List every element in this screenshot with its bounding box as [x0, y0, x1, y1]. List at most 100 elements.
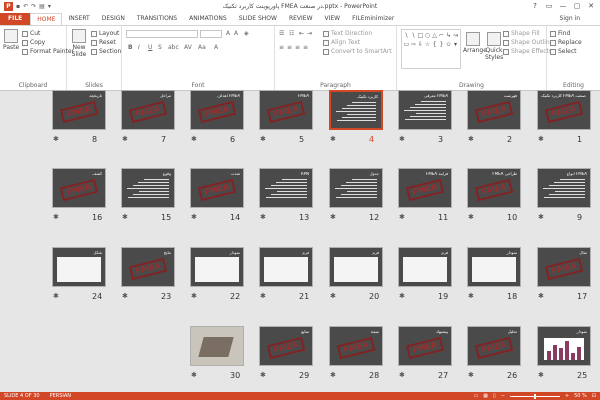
zoom-slider[interactable] [509, 393, 560, 399]
slide-thumbnail[interactable] [190, 326, 244, 366]
text-direction-button[interactable]: Text Direction [323, 29, 392, 38]
tab-slide-show[interactable]: SLIDE SHOW [233, 13, 283, 25]
slide-thumbnail[interactable]: فرم [329, 247, 383, 287]
align-right-icon[interactable]: ≡ [295, 44, 300, 51]
tab-transitions[interactable]: TRANSITIONS [131, 13, 183, 25]
shape-line3-icon[interactable]: ⌐ [438, 31, 445, 40]
slide-thumbnail[interactable]: کاربرد تکنیک FMEA در صنعت FMEA [537, 90, 591, 130]
shape-triangle-icon[interactable]: △ [431, 31, 438, 40]
find-button[interactable]: Find [550, 29, 582, 38]
change-case-icon[interactable]: Aa [198, 44, 206, 51]
shape-fill-button[interactable]: Shape Fill [503, 29, 553, 38]
shape-elbow-icon[interactable]: ↳ [445, 31, 452, 40]
transition-star-icon[interactable]: ✱ [538, 135, 544, 143]
transition-star-icon[interactable]: ✱ [53, 292, 59, 300]
slide-thumbnail[interactable]: انواع FMEA [537, 168, 591, 208]
zoom-in-icon[interactable]: + [565, 393, 569, 399]
transition-star-icon[interactable]: ✱ [330, 292, 336, 300]
transition-star-icon[interactable]: ✱ [191, 213, 197, 221]
transition-star-icon[interactable]: ✱ [260, 292, 266, 300]
shape-line2-icon[interactable]: \ [410, 31, 417, 40]
shape-outline-button[interactable]: Shape Outline [503, 38, 553, 47]
underline-icon[interactable]: U [148, 44, 152, 51]
transition-star-icon[interactable]: ✱ [399, 135, 405, 143]
tab-home[interactable]: HOME [30, 13, 63, 25]
customize-qat-icon[interactable]: ▾ [48, 3, 51, 10]
transition-star-icon[interactable]: ✱ [330, 213, 336, 221]
replace-button[interactable]: Replace [550, 38, 582, 47]
tab-view[interactable]: VIEW [319, 13, 347, 25]
slide-thumbnail[interactable]: نمودار [537, 326, 591, 366]
transition-star-icon[interactable]: ✱ [122, 213, 128, 221]
align-text-button[interactable]: Align Text [323, 38, 392, 47]
shape-brace-icon[interactable]: { [431, 40, 438, 49]
quick-styles-button[interactable]: Quick Styles [485, 32, 503, 61]
transition-star-icon[interactable]: ✱ [53, 135, 59, 143]
transition-star-icon[interactable]: ✱ [399, 292, 405, 300]
shape-effects-button[interactable]: Shape Effects [503, 47, 553, 56]
zoom-out-icon[interactable]: − [501, 393, 505, 399]
undo-icon[interactable]: ↶ [23, 3, 28, 10]
slide-sorter-icon[interactable]: ▦ [483, 393, 488, 399]
shapes-gallery[interactable]: \ \ □ ○ △ ⌐ ↳ ↝ ▭ ⇨ ⇩ ☆ { } ✩ ▾ [401, 29, 461, 69]
shape-more-icon[interactable]: ▾ [452, 40, 459, 49]
powerpoint-app-icon[interactable]: P [4, 2, 13, 11]
shape-line-icon[interactable]: \ [403, 31, 410, 40]
shape-star2-icon[interactable]: ✩ [445, 40, 452, 49]
save-icon[interactable]: ▪ [16, 3, 20, 10]
section-button[interactable]: Section [91, 47, 121, 56]
transition-star-icon[interactable]: ✱ [468, 213, 474, 221]
transition-star-icon[interactable]: ✱ [260, 371, 266, 379]
slide-thumbnail[interactable]: RPN [259, 168, 313, 208]
grow-font-icon[interactable]: A [226, 30, 230, 37]
shape-rounded-rect-icon[interactable]: ▭ [403, 40, 410, 49]
tab-design[interactable]: DESIGN [96, 13, 131, 25]
layout-button[interactable]: Layout [91, 29, 121, 38]
close-button[interactable]: ✕ [584, 0, 598, 12]
shadow-icon[interactable]: S [158, 44, 162, 51]
slide-thumbnail[interactable]: پیشنهاد FMEA [398, 326, 452, 366]
slide-thumbnail[interactable]: نتیجه FMEA [329, 326, 383, 366]
slide-thumbnail[interactable]: معرفی FMEA [398, 90, 452, 130]
slide-thumbnail[interactable]: شکل [52, 247, 106, 287]
shape-star-icon[interactable]: ☆ [424, 40, 431, 49]
slide-thumbnail[interactable]: مراحل FMEA [121, 90, 175, 130]
strikethrough-icon[interactable]: abc [168, 44, 179, 51]
slide-thumbnail[interactable]: FMEA طراحی FMEA [467, 168, 521, 208]
align-center-icon[interactable]: ≡ [287, 44, 292, 51]
shape-arrow-down-icon[interactable]: ⇩ [417, 40, 424, 49]
ribbon-display-button[interactable]: ▭ [542, 0, 556, 12]
align-left-icon[interactable]: ≡ [279, 44, 284, 51]
transition-star-icon[interactable]: ✱ [538, 371, 544, 379]
italic-icon[interactable]: I [138, 44, 140, 51]
tab-file[interactable]: FILE [0, 13, 31, 25]
transition-star-icon[interactable]: ✱ [330, 135, 336, 143]
transition-star-icon[interactable]: ✱ [468, 135, 474, 143]
slide-thumbnail[interactable]: فهرست FMEA [467, 90, 521, 130]
justify-icon[interactable]: ≡ [303, 44, 308, 51]
normal-view-icon[interactable]: ▭ [473, 393, 478, 399]
font-size-combo[interactable] [200, 30, 222, 38]
reset-button[interactable]: Reset [91, 38, 121, 47]
font-name-combo[interactable] [126, 30, 198, 38]
convert-smartart-button[interactable]: Convert to SmartArt [323, 47, 392, 56]
maximize-button[interactable]: ▢ [570, 0, 584, 12]
transition-star-icon[interactable]: ✱ [191, 135, 197, 143]
tab-insert[interactable]: INSERT [62, 13, 95, 25]
transition-star-icon[interactable]: ✱ [260, 135, 266, 143]
slide-thumbnail[interactable]: وقوع [121, 168, 175, 208]
slide-thumbnail[interactable]: فرم [259, 247, 313, 287]
font-color-icon[interactable]: A [214, 44, 218, 51]
character-spacing-icon[interactable]: AV [184, 44, 192, 51]
start-presentation-icon[interactable]: ▤ [39, 3, 45, 10]
slide-thumbnail[interactable]: کشف FMEA [52, 168, 106, 208]
zoom-level[interactable]: 50 % [574, 393, 587, 399]
slide-thumbnail[interactable]: نمودار [467, 247, 521, 287]
transition-star-icon[interactable]: ✱ [468, 371, 474, 379]
slide-thumbnail[interactable]: کاربرد تکنیک [329, 90, 383, 130]
transition-star-icon[interactable]: ✱ [191, 371, 197, 379]
transition-star-icon[interactable]: ✱ [468, 292, 474, 300]
minimize-button[interactable]: — [556, 0, 570, 12]
increase-indent-icon[interactable]: ⇥ [307, 30, 312, 37]
slide-thumbnail[interactable]: تحلیل FMEA [467, 326, 521, 366]
